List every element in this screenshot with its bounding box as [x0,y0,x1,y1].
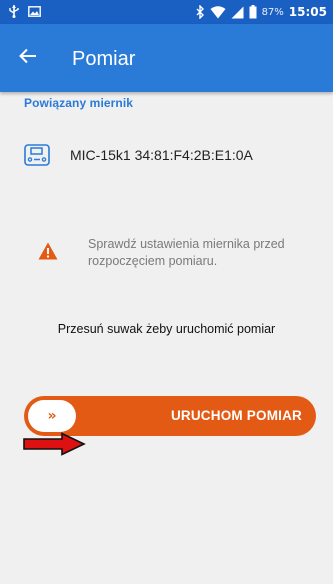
warning-text: Sprawdź ustawienia miernika przed rozpoc… [88,237,285,268]
battery-percent: 87% [261,6,284,18]
linked-device-row[interactable]: MIC-15k1 34:81:F4:2B:E1:0A [24,144,253,166]
red-arrow-icon [22,432,86,456]
cellular-icon [231,6,244,19]
back-button[interactable] [14,44,42,72]
start-measurement-slider[interactable]: » URUCHOM POMIAR [24,396,316,436]
battery-icon [249,5,257,19]
device-name: MIC-15k1 34:81:F4:2B:E1:0A [70,147,253,163]
page-title: Pomiar [72,48,136,70]
clock: 15:05 [288,5,327,19]
usb-icon [8,4,20,18]
status-right: 87% 15:05 [196,4,327,20]
double-chevron-right-icon: » [47,408,57,424]
slider-label: URUCHOM POMIAR [170,408,302,423]
app-bar: Pomiar [0,24,333,92]
slide-hint: Przesuń suwak żeby uruchomić pomiar [57,322,276,336]
arrow-left-icon [19,48,37,69]
status-left [8,4,41,18]
warning-message: Sprawdź ustawienia miernika przed rozpoc… [38,236,318,270]
warning-triangle-icon [38,242,58,260]
status-bar: 87% 15:05 [0,0,333,24]
meter-device-icon [24,144,50,166]
slider-knob[interactable]: » [28,400,76,432]
bluetooth-icon [196,5,205,19]
wifi-icon [210,5,226,19]
section-label-linked-meter: Powiązany miernik [24,96,134,110]
image-notification-icon [28,5,41,17]
